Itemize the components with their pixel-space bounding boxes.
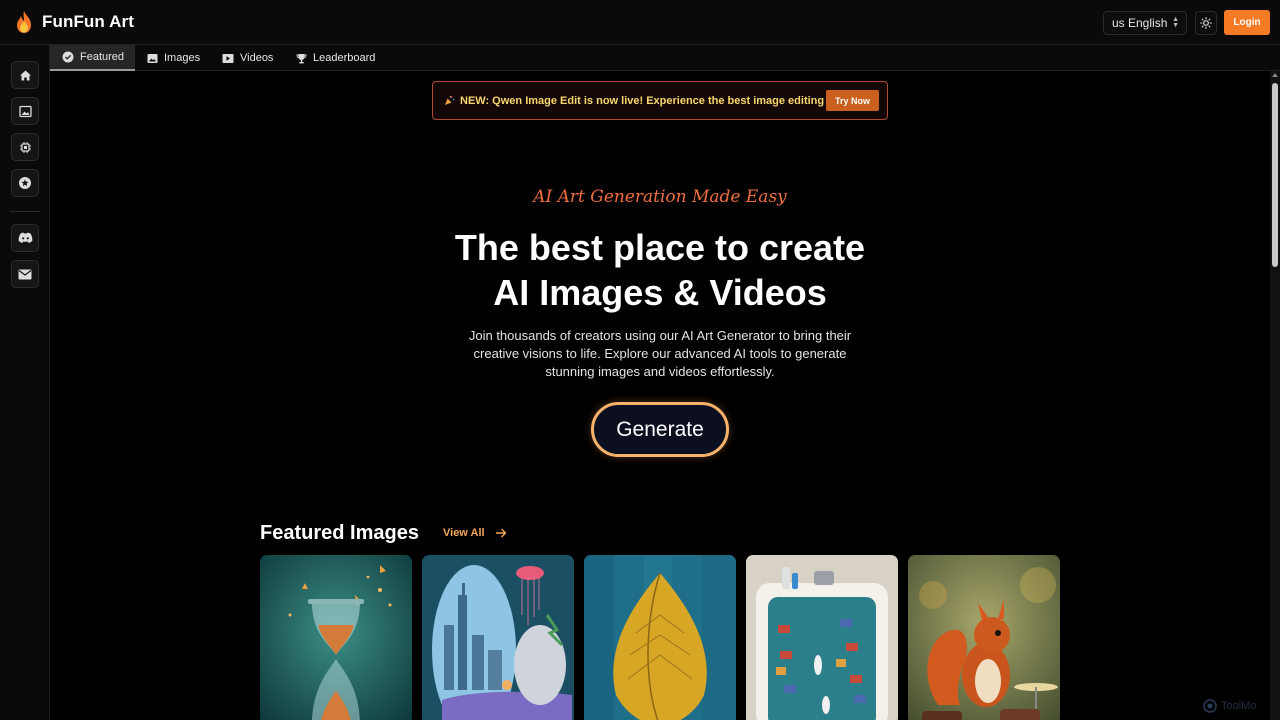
sidebar-divider bbox=[10, 211, 40, 212]
tab-label: Images bbox=[164, 52, 201, 64]
generate-button[interactable]: Generate bbox=[591, 402, 729, 457]
squirrel-image bbox=[908, 555, 1060, 720]
hero-title-line1: The best place to create bbox=[454, 227, 866, 268]
top-header: FunFun Art us English ▲ ▼ Login bbox=[0, 0, 1280, 45]
home-icon bbox=[19, 70, 31, 80]
sun-icon bbox=[1200, 17, 1212, 29]
sidebar-item-featured[interactable] bbox=[11, 169, 39, 197]
hero-title: The best place to create AI Images & Vid… bbox=[400, 225, 920, 315]
sidebar-item-images[interactable] bbox=[11, 97, 39, 125]
sidebar bbox=[0, 45, 50, 720]
hero-title-line2: AI Images & Videos bbox=[493, 272, 827, 313]
trophy-icon bbox=[296, 53, 307, 63]
featured-image-bathtub[interactable] bbox=[746, 555, 898, 720]
sidebar-item-models[interactable] bbox=[11, 133, 39, 161]
hourglass-image bbox=[260, 555, 412, 720]
tab-leaderboard[interactable]: Leaderboard bbox=[296, 45, 375, 71]
announcement-banner: NEW: Qwen Image Edit is now live! Experi… bbox=[432, 81, 888, 120]
tab-videos[interactable]: Videos bbox=[222, 45, 273, 71]
badge-check-icon bbox=[62, 51, 74, 63]
featured-image-leaf[interactable] bbox=[584, 555, 736, 720]
tab-label: Featured bbox=[80, 51, 125, 63]
banner-text: NEW: Qwen Image Edit is now live! Experi… bbox=[460, 94, 853, 107]
tab-label: Leaderboard bbox=[313, 52, 376, 64]
view-all-label: View All bbox=[443, 527, 485, 539]
arrow-right-icon bbox=[495, 528, 507, 538]
mail-icon bbox=[18, 269, 32, 279]
tab-label: Videos bbox=[240, 52, 274, 64]
image-icon bbox=[18, 105, 32, 117]
vertical-scrollbar[interactable] bbox=[1270, 71, 1280, 720]
bedroom-image bbox=[422, 555, 574, 720]
login-button[interactable]: Login bbox=[1224, 10, 1270, 35]
leaf-image bbox=[584, 555, 736, 720]
view-all-link[interactable]: View All bbox=[443, 527, 507, 539]
language-value: us English bbox=[1112, 16, 1168, 30]
try-now-button[interactable]: Try Now bbox=[826, 90, 879, 111]
logo[interactable]: FunFun Art bbox=[14, 10, 134, 34]
chevron-updown-icon: ▲ ▼ bbox=[1172, 16, 1179, 29]
scroll-up-arrow-icon[interactable] bbox=[1272, 73, 1278, 77]
featured-images-heading: Featured Images bbox=[260, 522, 419, 544]
watermark-logo-icon bbox=[1203, 699, 1217, 713]
tab-bar: Featured Images Videos Leaderboard bbox=[50, 45, 1280, 71]
flame-logo-icon bbox=[17, 11, 31, 33]
hero-description: Join thousands of creators using our AI … bbox=[468, 328, 852, 379]
star-badge-icon bbox=[19, 177, 31, 189]
app-name: FunFun Art bbox=[42, 12, 134, 31]
sidebar-item-mail[interactable] bbox=[11, 260, 39, 288]
featured-image-squirrel[interactable] bbox=[908, 555, 1060, 720]
watermark-text: ToolMo bbox=[1221, 700, 1257, 712]
chip-icon bbox=[19, 141, 31, 153]
theme-toggle-button[interactable] bbox=[1195, 11, 1217, 35]
tab-featured[interactable]: Featured bbox=[50, 45, 136, 71]
image-icon bbox=[147, 53, 158, 63]
discord-icon bbox=[18, 232, 32, 243]
tab-images[interactable]: Images bbox=[147, 45, 200, 71]
featured-image-bedroom[interactable] bbox=[422, 555, 574, 720]
sidebar-item-home[interactable] bbox=[11, 61, 39, 89]
sidebar-item-discord[interactable] bbox=[11, 224, 39, 252]
hero-tagline: AI Art Generation Made Easy bbox=[533, 187, 787, 207]
party-popper-icon bbox=[445, 95, 455, 105]
scrollbar-thumb[interactable] bbox=[1272, 83, 1278, 267]
featured-image-hourglass[interactable] bbox=[260, 555, 412, 720]
watermark: ToolMo bbox=[1203, 699, 1256, 713]
video-icon bbox=[222, 53, 234, 63]
language-select[interactable]: us English ▲ ▼ bbox=[1103, 11, 1187, 35]
bathtub-image bbox=[746, 555, 898, 720]
